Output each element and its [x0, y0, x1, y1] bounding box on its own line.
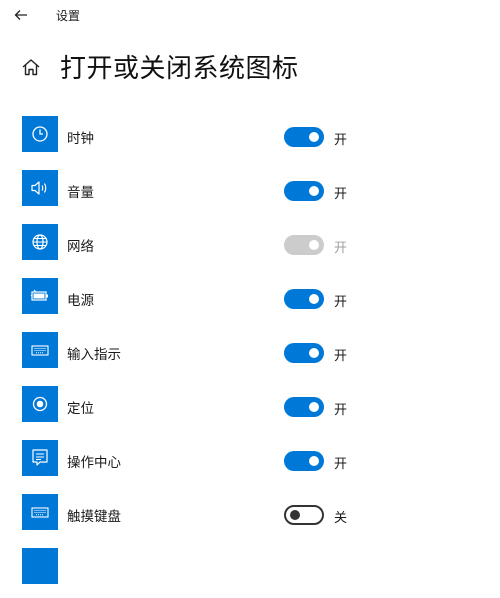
item-label: 电源: [67, 293, 94, 309]
touch-keyboard-icon: [31, 507, 49, 518]
partial-tile: [22, 548, 58, 584]
page-header: 打开或关闭系统图标: [0, 44, 500, 88]
power-toggle[interactable]: [284, 289, 324, 309]
item-label: 音量: [67, 185, 94, 201]
list-item-touch-keyboard: 触摸键盘 关: [0, 490, 500, 544]
location-tile: [22, 386, 58, 422]
input-indicator-toggle[interactable]: [284, 343, 324, 363]
list-item-network: 网络 开: [0, 220, 500, 274]
back-button[interactable]: [8, 3, 34, 27]
toggle-state-label: 开: [334, 349, 348, 364]
item-label: 网络: [67, 239, 94, 255]
network-tile: [22, 224, 58, 260]
toggle-state-label: 关: [334, 511, 348, 526]
list-item-location: 定位 开: [0, 382, 500, 436]
app-title: 设置: [56, 9, 81, 23]
list-item-input-indicator: 输入指示 开: [0, 328, 500, 382]
toggle-state-label: 开: [334, 187, 348, 202]
item-label: 操作中心: [67, 455, 121, 471]
input-indicator-tile: [22, 332, 58, 368]
toggle-state-label: 开: [334, 403, 348, 418]
clock-toggle[interactable]: [284, 127, 324, 147]
title-bar: 设置: [0, 0, 500, 30]
volume-toggle[interactable]: [284, 181, 324, 201]
item-label: 时钟: [67, 131, 94, 147]
list-item-partial: [0, 544, 500, 598]
keyboard-icon: [31, 345, 49, 356]
list-item-volume: 音量 开: [0, 166, 500, 220]
toggle-state-label: 开: [334, 133, 348, 148]
item-label: 输入指示: [67, 347, 121, 363]
action-center-icon: [32, 449, 48, 466]
action-center-toggle[interactable]: [284, 451, 324, 471]
page-title: 打开或关闭系统图标: [60, 54, 299, 84]
battery-icon: [30, 289, 48, 301]
clock-icon: [32, 126, 48, 142]
toggle-state-label: 开: [334, 241, 348, 256]
network-toggle: [284, 235, 324, 255]
item-label: 定位: [67, 401, 94, 417]
volume-icon: [31, 181, 47, 195]
volume-tile: [22, 170, 58, 206]
power-tile: [22, 278, 58, 314]
list-item-action-center: 操作中心 开: [0, 436, 500, 490]
touch-keyboard-toggle[interactable]: [284, 505, 324, 525]
toggle-state-label: 开: [334, 295, 348, 310]
back-arrow-icon: [14, 10, 27, 20]
clock-tile: [22, 116, 58, 152]
location-icon: [32, 396, 48, 412]
item-label: 触摸键盘: [67, 509, 121, 525]
home-icon: [22, 59, 40, 76]
action-center-tile: [22, 440, 58, 476]
globe-icon: [32, 234, 48, 250]
toggle-state-label: 开: [334, 457, 348, 472]
list-item-power: 电源 开: [0, 274, 500, 328]
location-toggle[interactable]: [284, 397, 324, 417]
list-item-clock: 时钟 开: [0, 112, 500, 166]
touch-keyboard-tile: [22, 494, 58, 530]
